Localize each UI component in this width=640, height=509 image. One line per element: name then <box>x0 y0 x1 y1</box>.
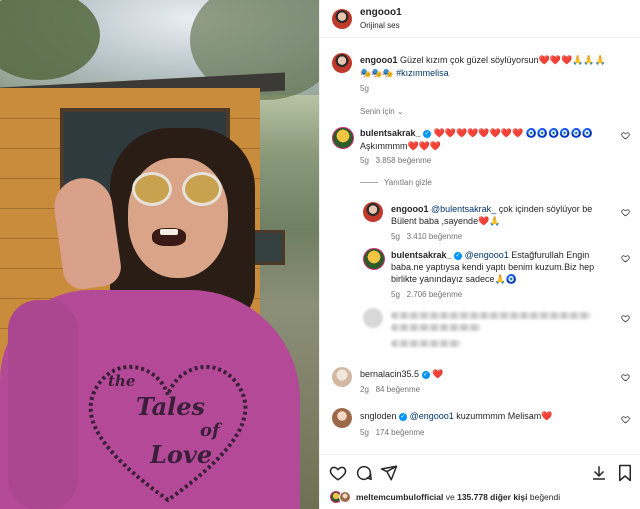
comment-emojis: ❤️ <box>432 369 444 379</box>
mention-link[interactable]: @engooo1 <box>465 250 509 260</box>
chevron-down-icon: ⌄ <box>396 107 404 116</box>
liked-by-suffix: beğendi <box>527 492 561 502</box>
reply-text: Estağfurullah Engin <box>508 250 590 260</box>
comments-panel: engooo1 Orijinal ses engooo1 Güzel kızım… <box>319 0 640 509</box>
reply-emojis: ❤️🙏 <box>478 216 501 226</box>
comment-username[interactable]: bulentsakrak_ <box>360 128 421 138</box>
blurred-comment-meta <box>391 340 461 347</box>
mention-link[interactable]: @bulentsakrak_ <box>431 204 496 214</box>
heart-icon[interactable] <box>621 254 630 263</box>
comment-username[interactable]: sngloden <box>360 411 397 421</box>
reply-time[interactable]: 5g <box>391 290 400 299</box>
reply-username[interactable]: engooo1 <box>391 204 429 214</box>
person-arm <box>8 300 78 509</box>
caption-username[interactable]: engooo1 <box>360 55 398 65</box>
comment-text: kuzummmm Melisam <box>453 411 542 421</box>
comment-text: Aşkımmmm <box>360 141 408 151</box>
verified-badge-icon: ✓ <box>399 412 408 421</box>
shirt-print-word: Tales <box>136 392 206 421</box>
liked-by-summary: meltemcumbulofficial ve 135.778 diğer ki… <box>356 492 560 502</box>
heart-icon[interactable] <box>621 373 630 382</box>
comment-likes[interactable]: 3.858 beğenme <box>376 156 432 165</box>
verified-badge-icon: ✓ <box>454 251 463 260</box>
reply-likes[interactable]: 2.706 beğenme <box>407 290 463 299</box>
comment-time[interactable]: 5g <box>360 428 369 437</box>
reply-time[interactable]: 5g <box>391 232 400 241</box>
heart-icon[interactable] <box>621 314 630 323</box>
heart-icon[interactable] <box>329 464 347 482</box>
avatar[interactable] <box>332 408 352 428</box>
hashtag-link[interactable]: #kızımmelisa <box>396 68 449 78</box>
shirt-print-word: Love <box>150 440 213 469</box>
reply-emojis: 🙏🧿 <box>494 274 517 284</box>
avatar[interactable] <box>339 491 351 503</box>
avatar[interactable] <box>363 248 385 270</box>
verified-badge-icon: ✓ <box>421 370 430 379</box>
heart-icon[interactable] <box>621 131 630 140</box>
comment-icon[interactable] <box>355 464 373 482</box>
blurred-comment-text <box>391 312 591 319</box>
comment-time[interactable]: 5g <box>360 156 369 165</box>
heart-icon[interactable] <box>621 208 630 217</box>
reply-text: birlikte yanındayız sadece <box>391 274 495 284</box>
comment-text: ❤️❤️❤️❤️❤️❤️❤️❤️ 🧿🧿🧿🧿🧿🧿 <box>433 128 593 138</box>
shirt-heart-print <box>88 365 248 503</box>
liked-by-count[interactable]: 135.778 diğer kişi <box>457 492 527 502</box>
comment-likes[interactable]: 174 beğenme <box>376 428 425 437</box>
sunglasses-lens <box>132 172 172 206</box>
sort-label: Senin için <box>360 107 395 116</box>
comment-emojis: ❤️ <box>541 411 553 421</box>
save-icon[interactable] <box>616 464 634 482</box>
download-icon[interactable] <box>590 464 608 482</box>
liked-by-name[interactable]: meltemcumbulofficial <box>356 492 443 502</box>
hide-replies-label: Yanıtları gizle <box>384 178 432 187</box>
reply-likes[interactable]: 3.410 beğenme <box>407 232 463 241</box>
blurred-comment-text <box>391 324 481 331</box>
heart-icon[interactable] <box>621 415 630 424</box>
avatar[interactable] <box>332 127 354 149</box>
caption-text: Güzel kızım çok güzel söylüyorsun <box>400 55 539 65</box>
share-icon[interactable] <box>380 464 398 482</box>
hide-replies-button[interactable]: Yanıtları gizle <box>360 178 432 187</box>
reply-text: çok içinden söylüyor be <box>496 204 593 214</box>
reply-username[interactable]: bulentsakrak_ <box>391 250 452 260</box>
caption-emojis: 🎭🎭🎭 <box>360 68 394 78</box>
avatar[interactable] <box>363 308 383 328</box>
person-teeth <box>160 229 178 235</box>
reply-text: baba.ne yaptıysa kendi yaptı benim kuzum… <box>391 262 595 272</box>
shirt-print-word: the <box>108 372 136 390</box>
avatar[interactable] <box>332 9 352 29</box>
comment-likes[interactable]: 84 beğenme <box>376 385 420 394</box>
caption-time[interactable]: 5g <box>360 84 369 93</box>
verified-badge-icon: ✓ <box>423 129 432 138</box>
sort-dropdown[interactable]: Senin için ⌄ <box>360 107 404 116</box>
post-dialog: the Tales of Love engooo1 Orijinal ses e… <box>0 0 640 509</box>
post-video[interactable]: the Tales of Love <box>0 0 319 509</box>
avatar[interactable] <box>332 53 352 73</box>
mention-link[interactable]: @engooo1 <box>410 411 454 421</box>
comment-emojis: ❤️❤️❤️ <box>407 141 442 151</box>
caption-emojis: ❤️❤️❤️🙏🙏🙏 <box>538 55 606 65</box>
audio-label[interactable]: Orijinal ses <box>360 21 400 30</box>
reply-text: Bülent baba ,sayende <box>391 216 479 226</box>
liked-by-connector: ve <box>443 492 458 502</box>
avatar[interactable] <box>363 202 383 222</box>
action-bar: meltemcumbulofficial ve 135.778 diğer ki… <box>320 454 640 509</box>
sunglasses-lens <box>182 172 222 206</box>
comment-time[interactable]: 2g <box>360 385 369 394</box>
avatar[interactable] <box>332 367 352 387</box>
shirt-print-word: of <box>200 420 220 441</box>
comment-username[interactable]: bernalacin35.5 <box>360 369 419 379</box>
author-username[interactable]: engooo1 <box>360 7 402 18</box>
post-header: engooo1 Orijinal ses <box>320 0 640 38</box>
